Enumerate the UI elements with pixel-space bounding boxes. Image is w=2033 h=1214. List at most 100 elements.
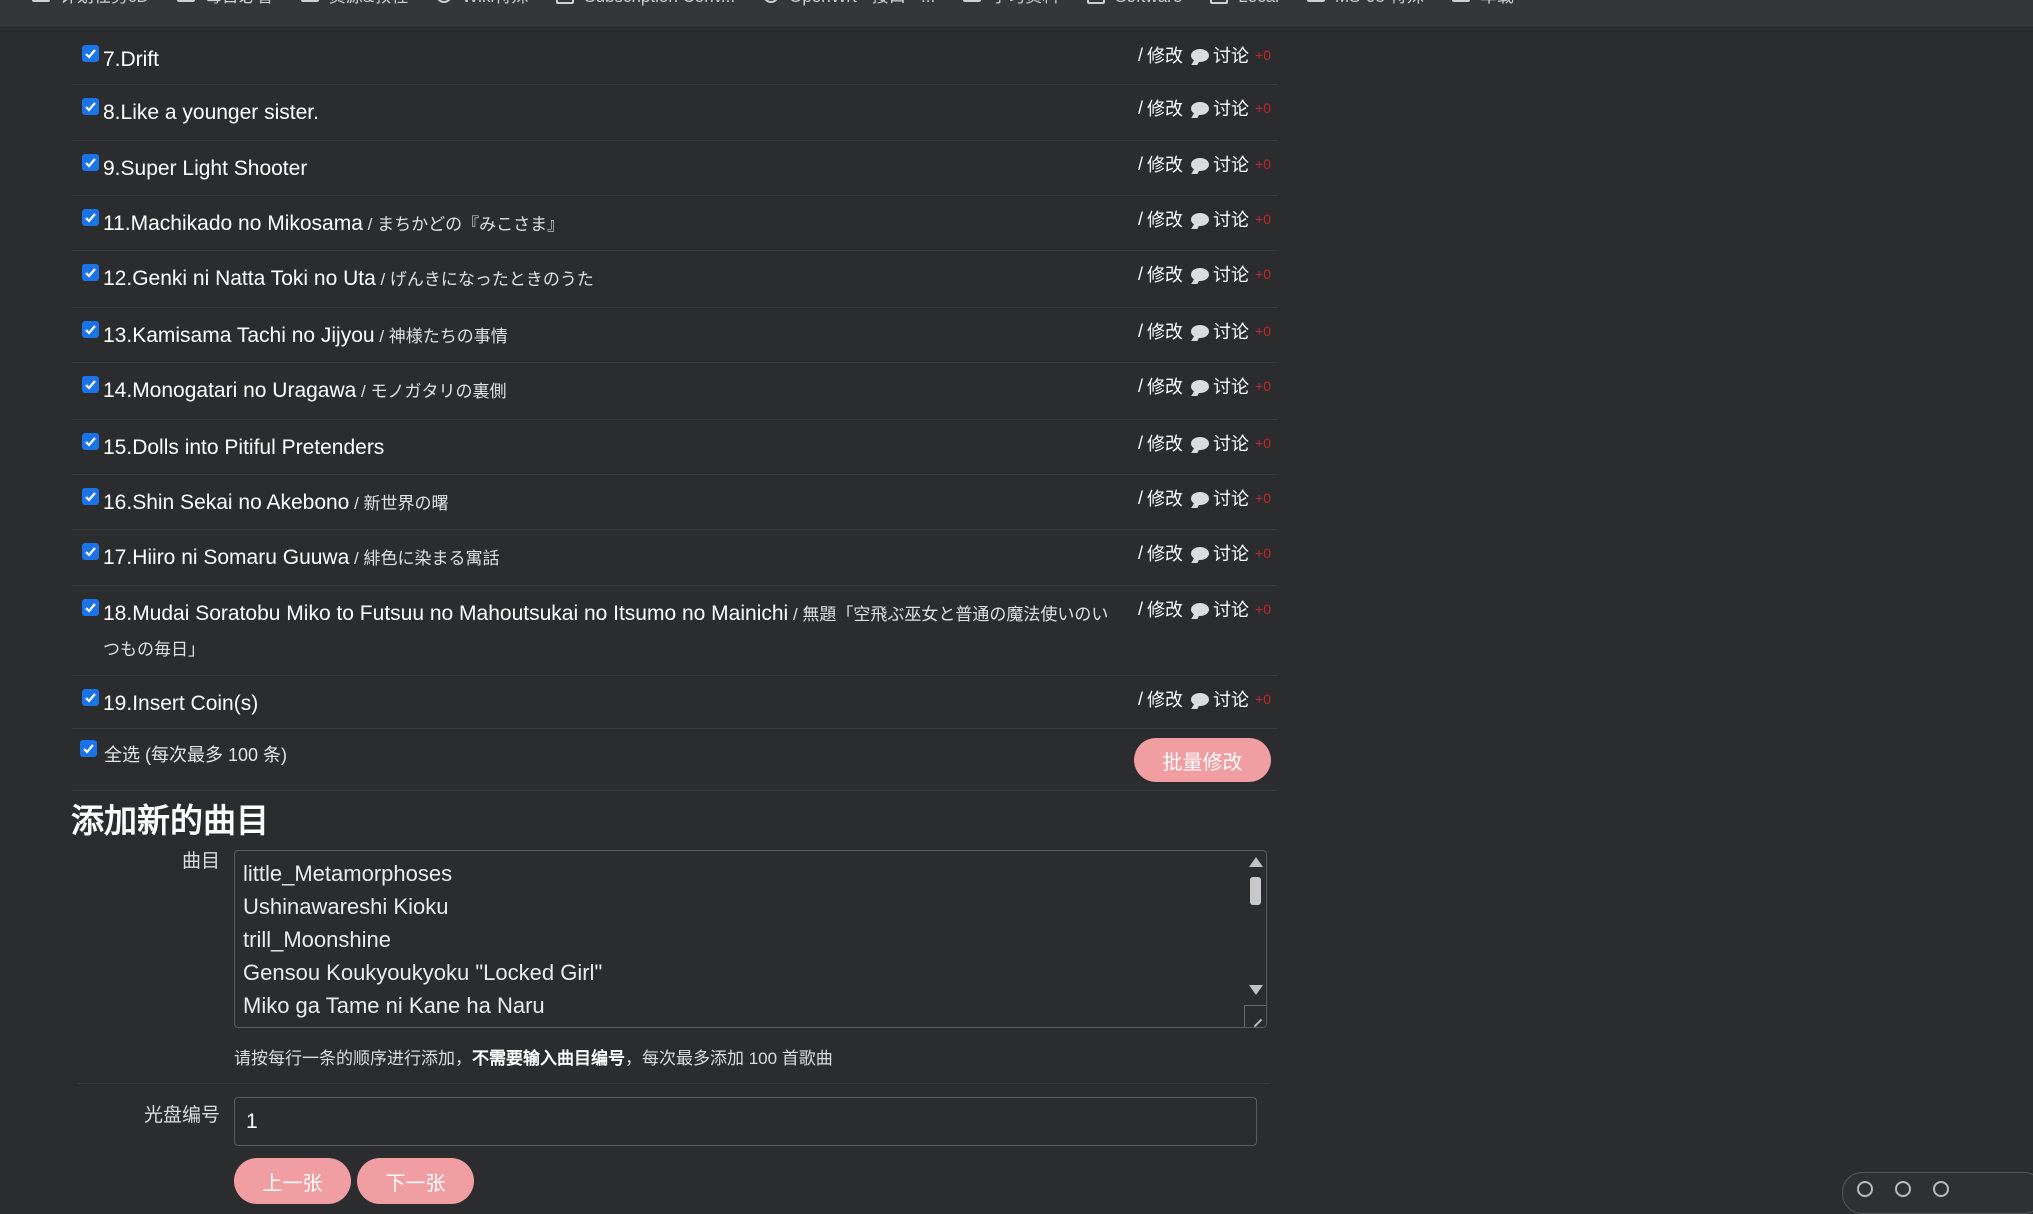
edit-link[interactable]: 修改 (1147, 206, 1183, 232)
comment-bubble-icon (1191, 491, 1210, 505)
discuss-link[interactable]: 讨论 (1213, 485, 1249, 511)
track-name: 15.Dolls into Pitiful Pretenders (103, 436, 385, 459)
separator: / (1138, 598, 1144, 619)
edit-link[interactable]: 修改 (1147, 151, 1183, 177)
track-checkbox[interactable] (82, 376, 99, 393)
edit-link[interactable]: 修改 (1147, 686, 1183, 712)
track-checkbox[interactable] (82, 689, 99, 706)
comment-count: +0 (1255, 691, 1271, 707)
track-row: 11.Machikado no Mikosama / まちかどの『みこさま』 / 修… (72, 196, 1277, 251)
prev-disc-button[interactable]: 上一张 (234, 1158, 351, 1204)
bookmark-item[interactable]: Wiki特殊 (436, 0, 528, 7)
bookmark-label: 每日必看 (205, 0, 273, 7)
scroll-up-arrow-icon[interactable] (1249, 857, 1263, 867)
bookmark-item[interactable]: Local (1210, 0, 1279, 7)
discuss-link[interactable]: 讨论 (1213, 540, 1249, 566)
bookmark-item[interactable]: 计划任务cD (32, 0, 149, 7)
track-checkbox[interactable] (82, 599, 99, 616)
track-checkbox[interactable] (82, 154, 99, 171)
add-tracks-heading: 添加新的曲目 (71, 802, 269, 839)
track-actions: / 修改 讨论 +0 (1138, 261, 1271, 287)
toolbar-icon[interactable] (1857, 1181, 1873, 1197)
track-name: 9.Super Light Shooter (103, 157, 308, 180)
separator: / (1138, 375, 1144, 396)
comment-bubble-icon (1191, 48, 1210, 62)
edit-link[interactable]: 修改 (1147, 261, 1183, 287)
bookmark-item[interactable]: 资源&教程 (300, 0, 408, 7)
toolbar-icon[interactable] (1933, 1181, 1949, 1197)
track-checkbox[interactable] (82, 543, 99, 560)
bookmark-item[interactable]: 每日必看 (176, 0, 273, 7)
track-checkbox[interactable] (82, 98, 99, 115)
edit-link[interactable]: 修改 (1147, 485, 1183, 511)
comment-count: +0 (1255, 601, 1271, 617)
discuss-link[interactable]: 讨论 (1213, 318, 1249, 344)
comment-bubble-icon (1191, 324, 1210, 338)
edit-link[interactable]: 修改 (1147, 540, 1183, 566)
track-row: 7.Drift / 修改 讨论 +0 (72, 32, 1277, 85)
track-title: 17.Hiiro ni Somaru Guuwa / 緋色に染まる寓話 (103, 530, 1123, 576)
bookmark-item[interactable]: OpenWrt - 接口 - ... (763, 0, 935, 7)
discuss-link[interactable]: 讨论 (1213, 596, 1249, 622)
track-name: 17.Hiiro ni Somaru Guuwa (103, 546, 350, 569)
discuss-link[interactable]: 讨论 (1213, 151, 1249, 177)
next-disc-button[interactable]: 下一张 (357, 1158, 474, 1204)
track-checkbox[interactable] (82, 45, 99, 62)
bookmark-label: MS-95 特殊 (1335, 0, 1424, 7)
scroll-down-arrow-icon[interactable] (1249, 985, 1263, 995)
track-checkbox[interactable] (82, 321, 99, 338)
discuss-link[interactable]: 讨论 (1213, 261, 1249, 287)
track-original-name: / まちかどの『みこさま』 (362, 215, 565, 234)
bookmark-item[interactable]: 车载 (1451, 0, 1514, 7)
discuss-link[interactable]: 讨论 (1213, 42, 1249, 68)
discuss-link[interactable]: 讨论 (1213, 373, 1249, 399)
discuss-link[interactable]: 讨论 (1213, 686, 1249, 712)
songs-textarea[interactable]: little_Metamorphoses Ushinawareshi Kioku t… (234, 850, 1267, 1028)
discuss-link[interactable]: 讨论 (1213, 430, 1249, 456)
discuss-link[interactable]: 讨论 (1213, 95, 1249, 121)
bookmark-item[interactable]: MS-95 特殊 (1306, 0, 1424, 7)
track-title: 11.Machikado no Mikosama / まちかどの『みこさま』 (103, 196, 1123, 242)
folder-icon (1451, 0, 1470, 2)
track-checkbox[interactable] (82, 433, 99, 450)
edit-link[interactable]: 修改 (1147, 42, 1183, 68)
track-row: 17.Hiiro ni Somaru Guuwa / 緋色に染まる寓話 / 修改 讨论… (72, 530, 1277, 586)
floating-toolbar[interactable] (1842, 1172, 2033, 1214)
edit-link[interactable]: 修改 (1147, 373, 1183, 399)
track-actions: / 修改 讨论 +0 (1138, 151, 1271, 177)
bookmark-item[interactable]: Subscription Conv... (556, 0, 735, 7)
select-all-checkbox[interactable] (80, 740, 97, 757)
resize-handle-icon[interactable] (1244, 1005, 1266, 1027)
track-checkbox[interactable] (82, 488, 99, 505)
comment-bubble-icon (1191, 436, 1210, 450)
textarea-scrollbar[interactable] (1244, 851, 1266, 1027)
track-row: 16.Shin Sekai no Akebono / 新世界の曙 / 修改 讨论 +0 (72, 475, 1277, 530)
comment-count: +0 (1255, 545, 1271, 561)
comment-count: +0 (1255, 378, 1271, 394)
track-original-name: / 新世界の曙 (349, 494, 449, 513)
scroll-thumb[interactable] (1250, 877, 1261, 905)
edit-link[interactable]: 修改 (1147, 318, 1183, 344)
separator: / (1138, 688, 1144, 709)
track-original-name: / モノガタリの裏側 (356, 382, 507, 401)
bookmark-item[interactable]: Software (1087, 0, 1182, 7)
comment-count: +0 (1255, 323, 1271, 339)
track-name: 7.Drift (103, 48, 160, 71)
song-line: trill_Moonshine (243, 927, 391, 952)
bookmark-item[interactable]: 学习资料 (963, 0, 1059, 7)
edit-link[interactable]: 修改 (1147, 596, 1183, 622)
track-name: 8.Like a younger sister. (103, 101, 319, 124)
track-checkbox[interactable] (82, 209, 99, 226)
hint-text: 请按每行一条的顺序进行添加， (234, 1049, 472, 1068)
edit-link[interactable]: 修改 (1147, 95, 1183, 121)
discuss-link[interactable]: 讨论 (1213, 206, 1249, 232)
track-checkbox[interactable] (82, 264, 99, 281)
edit-link[interactable]: 修改 (1147, 430, 1183, 456)
toolbar-icon[interactable] (1895, 1181, 1911, 1197)
track-title: 8.Like a younger sister. (103, 85, 1123, 131)
batch-edit-button[interactable]: 批量修改 (1134, 738, 1271, 782)
disc-number-input[interactable]: 1 (234, 1097, 1257, 1146)
separator: / (1138, 487, 1144, 508)
track-actions: / 修改 讨论 +0 (1138, 540, 1271, 566)
track-title: 7.Drift (103, 32, 1123, 78)
